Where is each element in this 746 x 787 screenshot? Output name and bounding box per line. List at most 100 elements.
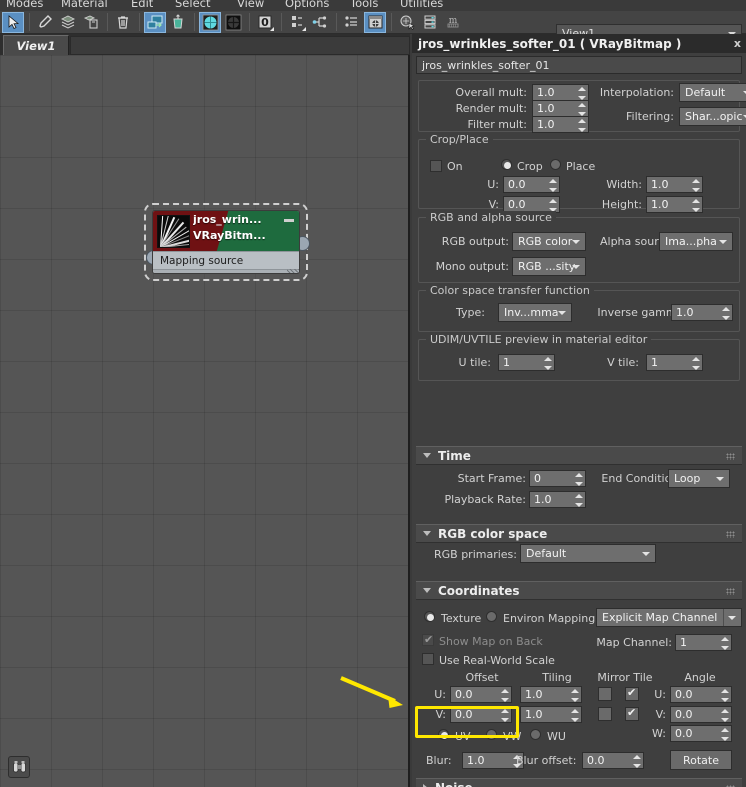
vw-radio[interactable] (486, 729, 497, 740)
node-slot-mapping-source[interactable]: Mapping source (153, 251, 299, 269)
spinner-icon[interactable] (692, 199, 700, 212)
menu-item-view[interactable]: View (237, 0, 264, 10)
end-condition-combo[interactable]: Loop (668, 469, 730, 488)
crop-place-on-checkbox[interactable] (430, 160, 442, 172)
tiling-u-field[interactable]: 1.0 (520, 686, 582, 703)
spinner-icon[interactable] (633, 755, 641, 768)
material-library-tool-button[interactable] (419, 12, 441, 33)
material-layers-tool-button[interactable] (57, 12, 79, 33)
spinner-icon[interactable] (692, 179, 700, 192)
tab-view1[interactable]: View1 (3, 35, 69, 55)
menu-item-edit[interactable]: Edit (131, 0, 153, 10)
environ-radio[interactable] (486, 611, 497, 622)
pick-material-tool-button[interactable] (34, 12, 56, 33)
rollout-noise[interactable]: Noise (416, 778, 742, 787)
menu-item-modes[interactable]: Modes (6, 0, 43, 10)
v-tile-field[interactable]: 1 (646, 354, 703, 371)
crop-width-field[interactable]: 1.0 (646, 176, 703, 193)
angle-w-field[interactable]: 0.0 (670, 725, 732, 742)
spinner-icon[interactable] (721, 709, 729, 722)
zero-tool-button[interactable]: 0 (254, 12, 276, 33)
spinner-icon[interactable] (721, 728, 729, 741)
alpha-source-combo[interactable]: Ima...pha (659, 232, 733, 251)
spinner-icon[interactable] (549, 179, 557, 192)
material-editor-window-tool-button[interactable] (364, 11, 386, 33)
layout-all-tool-button[interactable] (309, 12, 331, 33)
material-list-tool-button[interactable] (341, 12, 363, 33)
uv-radio[interactable] (438, 729, 449, 740)
close-icon[interactable]: x (734, 37, 741, 50)
wu-radio[interactable] (530, 729, 541, 740)
interpolation-combo[interactable]: Default (679, 83, 746, 102)
rollout-coordinates[interactable]: Coordinates (416, 581, 742, 600)
crop-height-field[interactable]: 1.0 (646, 196, 703, 213)
show-end-result-tool-button[interactable] (222, 12, 244, 33)
playback-rate-field[interactable]: 1.0 (529, 491, 586, 508)
menu-bar[interactable]: Modes Material Edit Select View Options … (0, 0, 746, 11)
spinner-icon[interactable] (571, 689, 579, 702)
rollout-rgb-color-space[interactable]: RGB color space (416, 524, 742, 543)
filtering-combo[interactable]: Shar...opic (679, 107, 746, 126)
inverse-gamma-field[interactable]: 1.0 (671, 304, 733, 321)
show-background-tool-button[interactable] (199, 11, 221, 33)
spinner-icon[interactable] (721, 637, 729, 650)
offset-v-field[interactable]: 0.0 (450, 706, 512, 723)
place-radio[interactable] (550, 159, 561, 170)
offset-u-field[interactable]: 0.0 (450, 686, 512, 703)
minimize-icon[interactable] (284, 219, 294, 222)
color-space-type-combo[interactable]: Inv...mma (498, 303, 572, 322)
assign-material-tool-button[interactable] (80, 12, 102, 33)
rollout-grip-icon[interactable] (726, 531, 735, 538)
blur-field[interactable]: 1.0 (462, 752, 524, 769)
blur-offset-field[interactable]: 0.0 (582, 752, 644, 769)
select-tool-button[interactable] (2, 11, 24, 33)
spinner-icon[interactable] (722, 307, 730, 320)
zoom-extents-button[interactable] (8, 756, 30, 778)
menu-item-tools[interactable]: Tools (350, 0, 378, 10)
rollout-grip-icon[interactable] (726, 453, 735, 460)
use-real-world-scale-checkbox[interactable] (422, 653, 434, 665)
spinner-icon[interactable] (501, 689, 509, 702)
map-channel-field[interactable]: 1 (675, 634, 732, 651)
rgb-output-combo[interactable]: RGB color (512, 232, 586, 251)
rollout-grip-icon[interactable] (726, 588, 735, 595)
bitmap-parameters-group: Overall mult: 1.0 Render mult: 1.0 Filte… (418, 80, 746, 133)
material-name-input[interactable]: jros_wrinkles_softer_01 (416, 56, 742, 74)
menu-item-material[interactable]: Material (61, 0, 108, 10)
tile-v-checkbox[interactable] (625, 706, 639, 721)
spinner-icon[interactable] (501, 709, 509, 722)
layout-children-tool-button[interactable] (286, 12, 308, 33)
move-children-tool-button[interactable] (144, 11, 166, 33)
tile-u-checkbox[interactable] (625, 686, 639, 701)
tab-strip-empty-area[interactable] (70, 36, 410, 55)
spinner-icon[interactable] (571, 709, 579, 722)
rgb-primaries-combo[interactable]: Default (520, 544, 656, 563)
menu-item-options[interactable]: Options (285, 0, 329, 10)
angle-v-field[interactable]: 0.0 (670, 706, 732, 723)
spinner-icon[interactable] (544, 357, 552, 370)
delete-tool-button[interactable] (112, 12, 134, 33)
show-shaded-material-tool-button[interactable] (167, 12, 189, 33)
mirror-v-checkbox[interactable] (598, 707, 612, 721)
spinner-icon[interactable] (692, 357, 700, 370)
metal-tool-button[interactable]: m (442, 12, 464, 33)
spinner-icon[interactable] (575, 494, 583, 507)
spinner-icon[interactable] (721, 689, 729, 702)
node-graph-canvas[interactable]: jros_wrin... VRayBitm... Mapping source (0, 55, 410, 787)
node-body[interactable]: jros_wrin... VRayBitm... Mapping source (152, 210, 300, 274)
menu-item-select[interactable]: Select (175, 0, 210, 10)
angle-u-field[interactable]: 0.0 (670, 686, 732, 703)
crop-u-field[interactable]: 0.0 (503, 176, 560, 193)
select-by-material-tool-button[interactable] (396, 12, 418, 33)
menu-item-utilities[interactable]: Utilities (400, 0, 443, 10)
rotate-button[interactable]: Rotate (670, 750, 732, 770)
mapping-combo[interactable]: Explicit Map Channel (596, 608, 742, 627)
rollout-time[interactable]: Time (416, 446, 742, 465)
u-tile-field[interactable]: 1 (498, 354, 555, 371)
mono-output-combo[interactable]: RGB ...sity (512, 257, 586, 276)
resize-grip-icon[interactable] (287, 269, 299, 273)
texture-radio[interactable] (424, 611, 435, 622)
crop-radio[interactable] (501, 159, 512, 170)
mirror-u-checkbox[interactable] (598, 687, 612, 701)
tiling-v-field[interactable]: 1.0 (520, 706, 582, 723)
